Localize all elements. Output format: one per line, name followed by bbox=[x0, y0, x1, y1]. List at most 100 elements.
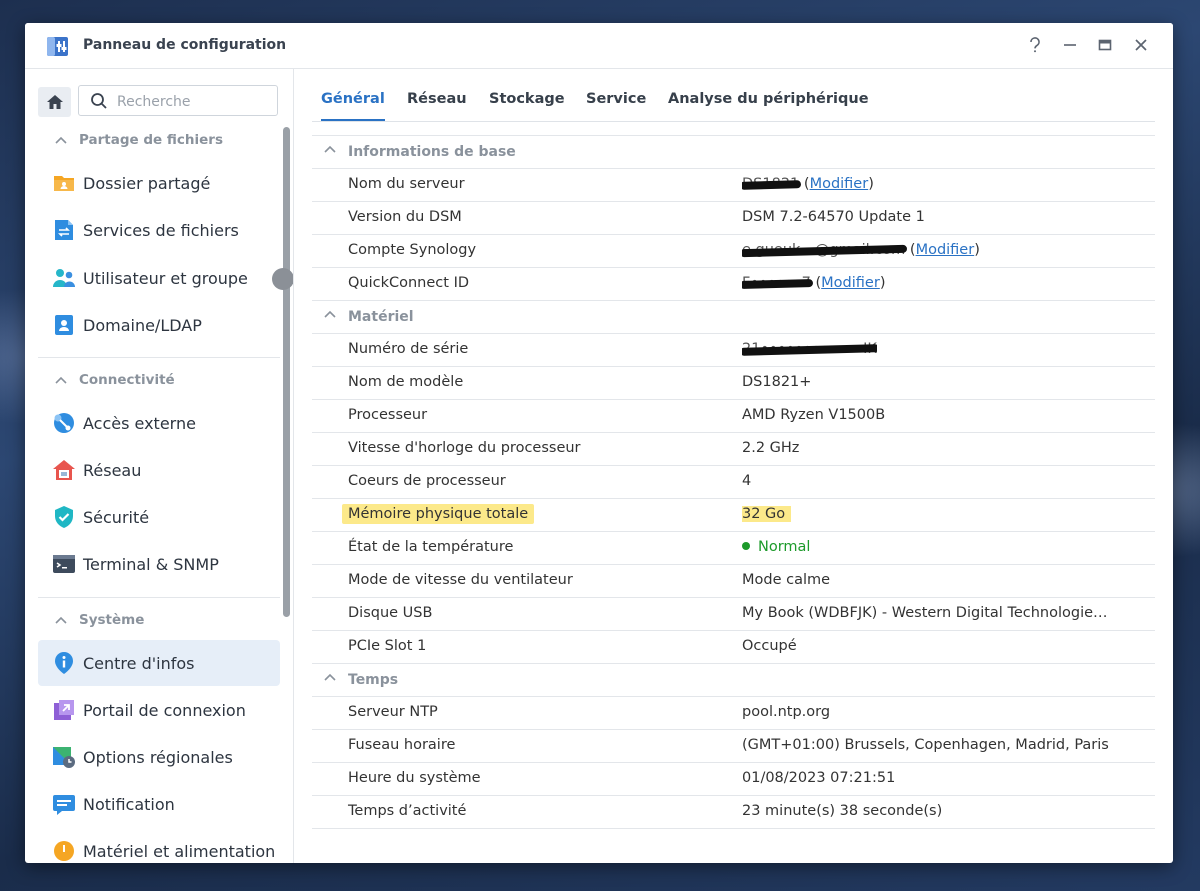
row-label: Numéro de série bbox=[348, 341, 469, 357]
modify-quickconnect-link[interactable]: Modifier bbox=[821, 275, 880, 291]
search-icon bbox=[91, 93, 107, 109]
hardware-power-icon bbox=[54, 841, 74, 861]
home-icon bbox=[46, 95, 63, 109]
row-label: Temps d’activité bbox=[348, 803, 467, 819]
table-row: PCIe Slot 1 Occupé bbox=[312, 631, 1155, 664]
sidebar-item-domain-ldap[interactable]: Domaine/LDAP bbox=[38, 302, 280, 348]
tab-device-analysis[interactable]: Analyse du périphérique bbox=[668, 91, 869, 107]
tab-network[interactable]: Réseau bbox=[407, 91, 467, 107]
table-row: Nom de modèle DS1821+ bbox=[312, 367, 1155, 400]
row-value: 2.2 GHz bbox=[742, 440, 800, 456]
row-value: AMD Ryzen V1500B bbox=[742, 407, 886, 423]
table-row: Disque USB My Book (WDBFJK) - Western Di… bbox=[312, 598, 1155, 631]
row-label: Compte Synology bbox=[348, 242, 477, 258]
sidebar-item-external-access[interactable]: Accès externe bbox=[38, 400, 280, 446]
main-panel: Général Réseau Stockage Service Analyse … bbox=[294, 69, 1173, 863]
table-row: QuickConnect ID F••••••7 (Modifier) bbox=[312, 268, 1155, 301]
sidebar-item-notification[interactable]: Notification bbox=[38, 781, 280, 827]
window-title: Panneau de configuration bbox=[83, 37, 287, 53]
tab-general[interactable]: Général bbox=[321, 91, 385, 121]
sidebar-divider bbox=[38, 357, 280, 358]
maximize-icon bbox=[1098, 39, 1112, 51]
shared-folder-icon bbox=[54, 176, 74, 191]
sidebar-item-regional-options[interactable]: Options régionales bbox=[38, 734, 280, 780]
group-header-system[interactable]: Système bbox=[55, 612, 144, 628]
row-label: Fuseau horaire bbox=[348, 737, 456, 753]
table-row: Nom du serveur DS1821 (Modifier) bbox=[312, 169, 1155, 202]
status-ok-dot-icon bbox=[742, 542, 750, 550]
row-label: Version du DSM bbox=[348, 209, 462, 225]
row-label: État de la température bbox=[348, 539, 514, 555]
table-row: Processeur AMD Ryzen V1500B bbox=[312, 400, 1155, 433]
sidebar-resize-handle[interactable] bbox=[272, 268, 293, 290]
serial-number-value: 21••••••••••••IK bbox=[742, 341, 877, 357]
row-label: Nom de modèle bbox=[348, 374, 464, 390]
row-value: 4 bbox=[742, 473, 752, 489]
synology-account-value: e.gueuk…@gmail.com bbox=[742, 242, 906, 258]
file-services-icon bbox=[55, 220, 73, 240]
regional-options-icon bbox=[53, 747, 75, 768]
table-row: Fuseau horaire (GMT+01:00) Brussels, Cop… bbox=[312, 730, 1155, 763]
section-header-base-info[interactable]: Informations de base bbox=[312, 135, 1155, 169]
terminal-icon bbox=[53, 555, 75, 573]
sidebar-item-login-portal[interactable]: Portail de connexion bbox=[38, 687, 280, 733]
sidebar-item-network[interactable]: Réseau bbox=[38, 447, 280, 493]
minimize-button[interactable] bbox=[1056, 31, 1084, 59]
section-header-hardware[interactable]: Matériel bbox=[312, 301, 1155, 334]
title-bar: Panneau de configuration bbox=[25, 23, 1173, 69]
search-box[interactable] bbox=[78, 85, 278, 116]
tab-storage[interactable]: Stockage bbox=[489, 91, 565, 107]
sidebar-item-security[interactable]: Sécurité bbox=[38, 494, 280, 540]
chevron-up-icon bbox=[55, 616, 67, 624]
quickconnect-id-value: F••••••7 bbox=[742, 275, 811, 291]
row-value: DS1821+ bbox=[742, 374, 812, 390]
group-header-connectivity[interactable]: Connectivité bbox=[55, 372, 175, 388]
sidebar-item-hardware-power[interactable]: Matériel et alimentation bbox=[38, 828, 280, 863]
home-button[interactable] bbox=[38, 87, 71, 117]
section-header-time[interactable]: Temps bbox=[312, 664, 1155, 697]
network-house-icon bbox=[53, 460, 75, 480]
row-value: 23 minute(s) 38 seconde(s) bbox=[742, 803, 943, 819]
table-row: État de la température Normal bbox=[312, 532, 1155, 565]
server-name-value: DS1821 bbox=[742, 176, 800, 192]
sidebar-item-file-services[interactable]: Services de fichiers bbox=[38, 207, 280, 253]
row-label: Processeur bbox=[348, 407, 428, 423]
row-label: Mode de vitesse du ventilateur bbox=[348, 572, 573, 588]
sidebar-divider bbox=[38, 597, 280, 598]
sidebar-item-info-center[interactable]: Centre d'infos bbox=[38, 640, 280, 686]
sidebar-item-user-group[interactable]: Utilisateur et groupe bbox=[38, 255, 280, 301]
security-shield-icon bbox=[55, 506, 73, 528]
control-panel-window: Panneau de configuration Partage de fich… bbox=[25, 23, 1173, 863]
chevron-up-icon bbox=[324, 310, 336, 318]
maximize-button[interactable] bbox=[1091, 31, 1119, 59]
table-row: Temps d’activité 23 minute(s) 38 seconde… bbox=[312, 796, 1155, 829]
row-value: 01/08/2023 07:21:51 bbox=[742, 770, 896, 786]
row-label: Nom du serveur bbox=[348, 176, 465, 192]
chevron-up-icon bbox=[324, 673, 336, 681]
table-row: Version du DSM DSM 7.2-64570 Update 1 bbox=[312, 202, 1155, 235]
tab-bar: Général Réseau Stockage Service Analyse … bbox=[312, 69, 1155, 122]
row-value: DSM 7.2-64570 Update 1 bbox=[742, 209, 925, 225]
tab-service[interactable]: Service bbox=[586, 91, 646, 107]
help-button[interactable] bbox=[1021, 31, 1049, 59]
user-group-icon bbox=[53, 269, 75, 287]
close-button[interactable] bbox=[1127, 31, 1155, 59]
help-icon bbox=[1030, 37, 1040, 53]
group-header-file-sharing[interactable]: Partage de fichiers bbox=[55, 132, 223, 148]
modify-synology-account-link[interactable]: Modifier bbox=[916, 242, 975, 258]
sidebar-item-terminal-snmp[interactable]: Terminal & SNMP bbox=[38, 541, 280, 587]
row-label: Coeurs de processeur bbox=[348, 473, 506, 489]
modify-server-name-link[interactable]: Modifier bbox=[810, 176, 869, 192]
row-label: Vitesse d'horloge du processeur bbox=[348, 440, 581, 456]
row-label: PCIe Slot 1 bbox=[348, 638, 427, 654]
table-row: Mode de vitesse du ventilateur Mode calm… bbox=[312, 565, 1155, 598]
domain-ldap-icon bbox=[55, 315, 73, 335]
search-input[interactable] bbox=[115, 90, 269, 114]
sidebar-scrollbar-thumb[interactable] bbox=[283, 127, 290, 617]
row-label: Disque USB bbox=[348, 605, 433, 621]
chevron-up-icon bbox=[55, 376, 67, 384]
memory-value-highlighted: 32 Go bbox=[742, 506, 792, 522]
table-row: Serveur NTP pool.ntp.org bbox=[312, 697, 1155, 730]
row-value: Mode calme bbox=[742, 572, 831, 588]
sidebar-item-shared-folder[interactable]: Dossier partagé bbox=[38, 160, 280, 206]
